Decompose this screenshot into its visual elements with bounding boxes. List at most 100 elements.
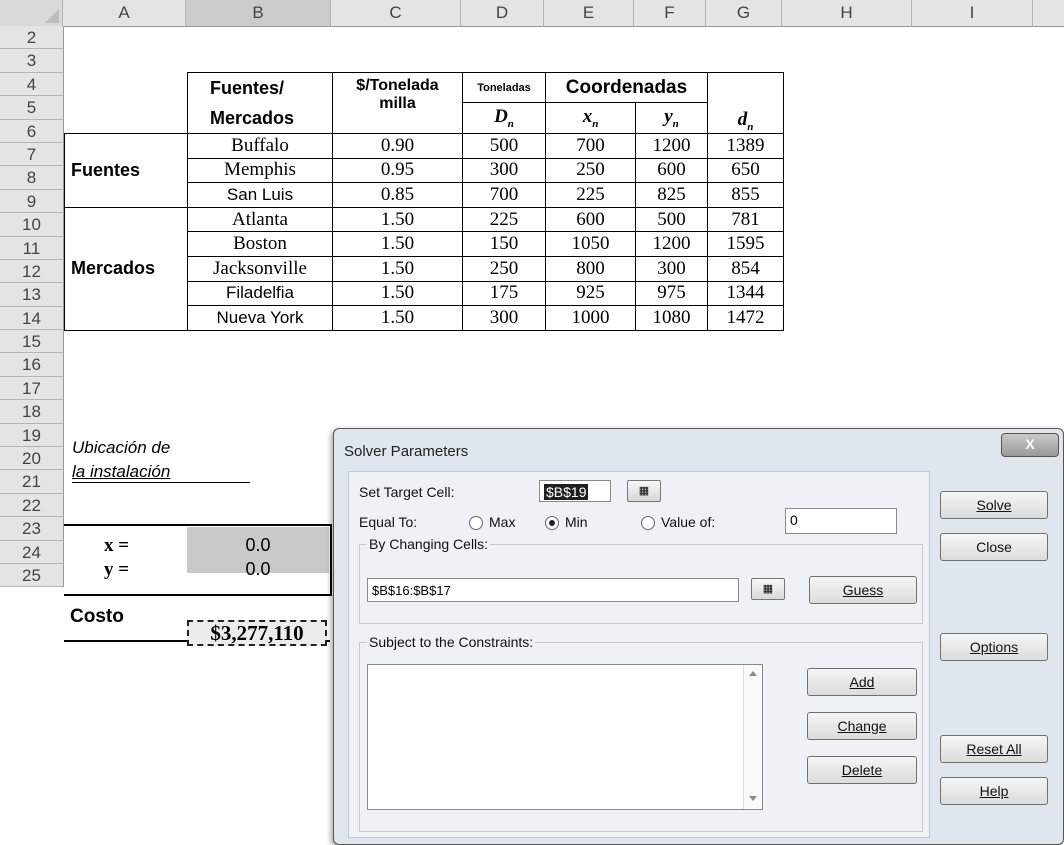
column-header-e[interactable]: E bbox=[544, 0, 634, 26]
table-cell-y[interactable]: 600 bbox=[635, 157, 708, 184]
column-header-g[interactable]: G bbox=[706, 0, 782, 26]
max-radio-label[interactable]: Max bbox=[489, 514, 515, 530]
row-header[interactable]: 2 bbox=[0, 26, 63, 50]
table-cell-d[interactable]: 1472 bbox=[707, 305, 784, 331]
row-header[interactable]: 18 bbox=[0, 400, 63, 424]
row-header[interactable]: 15 bbox=[0, 330, 63, 354]
column-header-i[interactable]: I bbox=[912, 0, 1033, 26]
solve-button[interactable]: Solve bbox=[940, 491, 1048, 519]
row-header[interactable]: 14 bbox=[0, 307, 63, 331]
table-cell-y[interactable]: 500 bbox=[635, 206, 708, 233]
min-radio[interactable] bbox=[545, 516, 559, 530]
close-button[interactable]: Close bbox=[940, 533, 1048, 561]
table-cell-name[interactable]: Nueva York bbox=[187, 305, 333, 331]
header-y-coord[interactable]: yn bbox=[635, 102, 708, 134]
row-header[interactable]: 4 bbox=[0, 73, 63, 97]
header-coordinates[interactable]: Coordenadas bbox=[545, 71, 708, 104]
row-header[interactable]: 7 bbox=[0, 143, 63, 167]
table-cell-tons[interactable]: 175 bbox=[462, 280, 546, 307]
max-radio[interactable] bbox=[469, 516, 483, 530]
guess-button[interactable]: Guess bbox=[809, 576, 917, 604]
table-cell-d[interactable]: 781 bbox=[707, 206, 784, 233]
header-blank-cell[interactable] bbox=[64, 72, 188, 134]
row-header[interactable]: 8 bbox=[0, 166, 63, 190]
value-of-input[interactable]: 0 bbox=[785, 508, 897, 534]
table-cell-name[interactable]: Filadelfia bbox=[187, 280, 333, 307]
table-cell-rate[interactable]: 0.85 bbox=[332, 182, 463, 208]
cost-label[interactable]: Costo bbox=[70, 606, 124, 628]
table-cell-tons[interactable]: 500 bbox=[462, 133, 546, 159]
table-cell-d[interactable]: 854 bbox=[707, 255, 784, 282]
column-header-c[interactable]: C bbox=[331, 0, 461, 26]
row-header[interactable]: 22 bbox=[0, 494, 63, 518]
table-cell-y[interactable]: 1200 bbox=[635, 133, 708, 159]
table-cell-name[interactable]: Atlanta bbox=[187, 206, 333, 233]
changing-cells-input[interactable]: $B$16:$B$17 bbox=[367, 578, 739, 602]
column-header-a[interactable]: A bbox=[63, 0, 186, 26]
row-header[interactable]: 24 bbox=[0, 541, 63, 564]
y-value-cell[interactable]: 0.0 bbox=[187, 559, 329, 580]
row-header[interactable]: 9 bbox=[0, 190, 63, 214]
table-cell-tons[interactable]: 225 bbox=[462, 206, 546, 233]
table-cell-d[interactable]: 1595 bbox=[707, 231, 784, 257]
row-header[interactable]: 10 bbox=[0, 213, 63, 237]
row-header[interactable]: 21 bbox=[0, 470, 63, 494]
table-cell-x[interactable]: 1050 bbox=[545, 231, 636, 257]
collapse-dialog-icon[interactable]: ▦ bbox=[751, 578, 785, 600]
table-cell-x[interactable]: 600 bbox=[545, 206, 636, 233]
row-header[interactable]: 11 bbox=[0, 237, 63, 260]
table-cell-y[interactable]: 825 bbox=[635, 182, 708, 208]
location-label-line-2[interactable]: la instalación bbox=[72, 462, 250, 483]
table-cell-rate[interactable]: 1.50 bbox=[332, 255, 463, 282]
x-label[interactable]: x = bbox=[104, 535, 129, 557]
table-cell-name[interactable]: San Luis bbox=[187, 182, 333, 208]
table-cell-rate[interactable]: 1.50 bbox=[332, 305, 463, 331]
table-cell-d[interactable]: 855 bbox=[707, 182, 784, 208]
collapse-dialog-icon[interactable]: ▦ bbox=[627, 480, 661, 502]
value-of-radio[interactable] bbox=[641, 516, 655, 530]
row-header[interactable]: 19 bbox=[0, 424, 63, 448]
close-icon[interactable]: X bbox=[1001, 433, 1059, 457]
table-cell-y[interactable]: 1080 bbox=[635, 305, 708, 331]
cost-value-cell[interactable]: $3,277,110 bbox=[187, 620, 327, 646]
table-cell-y[interactable]: 975 bbox=[635, 280, 708, 307]
table-cell-rate[interactable]: 1.50 bbox=[332, 231, 463, 257]
table-cell-x[interactable]: 800 bbox=[545, 255, 636, 282]
constraints-scrollbar[interactable] bbox=[743, 665, 762, 809]
table-cell-x[interactable]: 925 bbox=[545, 280, 636, 307]
table-cell-x[interactable]: 700 bbox=[545, 133, 636, 159]
table-cell-rate[interactable]: 0.90 bbox=[332, 133, 463, 159]
table-cell-y[interactable]: 300 bbox=[635, 255, 708, 282]
reset-all-button[interactable]: Reset All bbox=[940, 735, 1048, 763]
header-d-tons[interactable]: Dn bbox=[462, 102, 546, 134]
row-header[interactable]: 3 bbox=[0, 49, 63, 73]
y-label[interactable]: y = bbox=[104, 559, 129, 581]
scroll-up-icon[interactable] bbox=[749, 671, 757, 676]
row-header[interactable]: 20 bbox=[0, 447, 63, 471]
column-header-d[interactable]: D bbox=[461, 0, 544, 26]
table-cell-d[interactable]: 650 bbox=[707, 157, 784, 184]
min-radio-label[interactable]: Min bbox=[565, 514, 588, 530]
location-label-line-1[interactable]: Ubicación de bbox=[72, 438, 170, 458]
column-header-b[interactable]: B bbox=[186, 0, 331, 26]
table-cell-rate[interactable]: 1.50 bbox=[332, 206, 463, 233]
column-header-f[interactable]: F bbox=[634, 0, 706, 26]
table-cell-rate[interactable]: 0.95 bbox=[332, 157, 463, 184]
delete-button[interactable]: Delete bbox=[807, 756, 917, 784]
table-cell-tons[interactable]: 250 bbox=[462, 255, 546, 282]
group-label-markets[interactable]: Mercados bbox=[64, 206, 188, 331]
row-header[interactable]: 6 bbox=[0, 120, 63, 143]
header-tons[interactable]: Toneladas bbox=[462, 71, 546, 104]
header-sources-markets[interactable]: Fuentes/Mercados bbox=[187, 72, 333, 134]
table-cell-tons[interactable]: 300 bbox=[462, 157, 546, 184]
row-header[interactable]: 17 bbox=[0, 377, 63, 401]
row-header[interactable]: 13 bbox=[0, 283, 63, 307]
help-button[interactable]: Help bbox=[940, 777, 1048, 805]
table-cell-tons[interactable]: 700 bbox=[462, 182, 546, 208]
x-value-cell[interactable]: 0.0 bbox=[187, 535, 329, 556]
value-of-label[interactable]: Value of: bbox=[661, 514, 715, 530]
target-cell-input[interactable]: $B$19 bbox=[539, 480, 611, 502]
table-cell-y[interactable]: 1200 bbox=[635, 231, 708, 257]
column-header-h[interactable]: H bbox=[782, 0, 912, 26]
table-cell-d[interactable]: 1344 bbox=[707, 280, 784, 307]
